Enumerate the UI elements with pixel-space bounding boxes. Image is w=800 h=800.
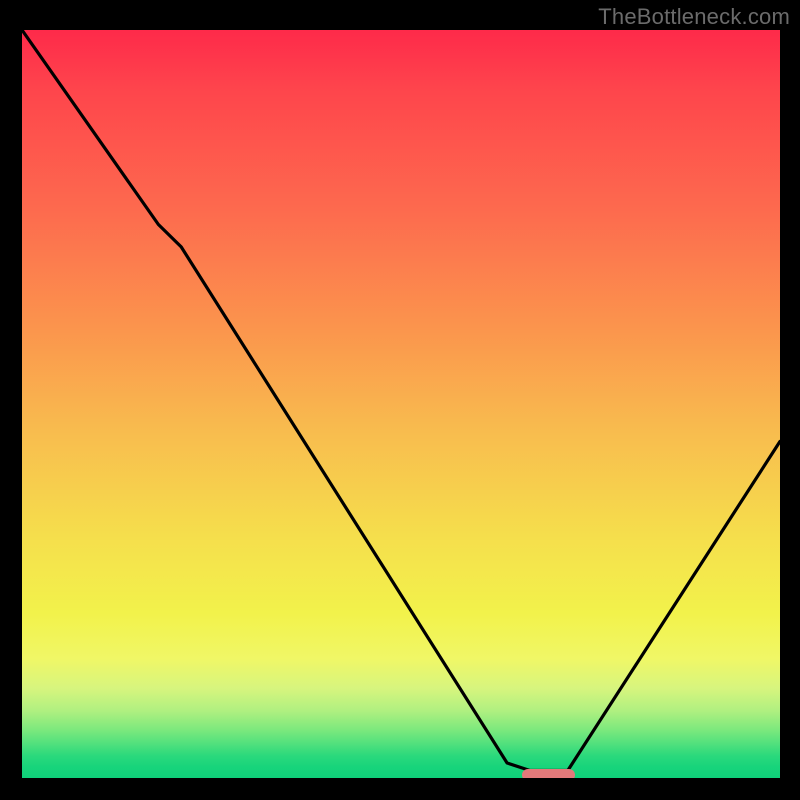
bottleneck-curve — [22, 30, 780, 778]
watermark-text: TheBottleneck.com — [598, 4, 790, 30]
plot-area — [22, 30, 780, 778]
chart-frame: TheBottleneck.com — [0, 0, 800, 800]
optimal-marker — [522, 769, 575, 778]
